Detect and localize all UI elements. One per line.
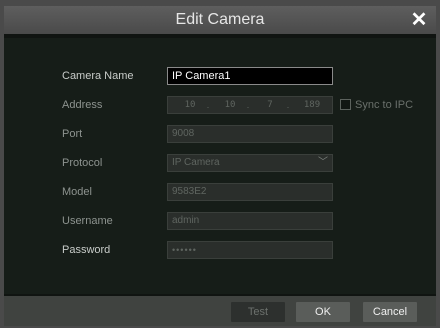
port-label: Port xyxy=(62,128,83,140)
ip-octet-4[interactable]: 189 xyxy=(298,97,326,113)
protocol-label: Protocol xyxy=(62,157,103,169)
edit-camera-dialog: Edit Camera ✕ Camera Name IP Camera1 Add… xyxy=(4,6,436,326)
dialog-footer: Test OK Cancel xyxy=(4,296,436,326)
protocol-value: IP Camera xyxy=(172,157,220,168)
ip-dot: . xyxy=(206,100,210,110)
username-input[interactable]: admin xyxy=(167,212,333,230)
ip-octet-3[interactable]: 7 xyxy=(256,97,284,113)
dialog-title: Edit Camera xyxy=(175,11,265,28)
camera-name-input[interactable]: IP Camera1 xyxy=(167,67,333,85)
ip-octet-1[interactable]: 10 xyxy=(176,97,204,113)
ip-dot: . xyxy=(286,100,290,110)
password-input[interactable]: •••••• xyxy=(167,241,333,259)
close-icon[interactable]: ✕ xyxy=(408,8,430,32)
port-input[interactable]: 9008 xyxy=(167,125,333,143)
username-label: Username xyxy=(62,215,113,227)
model-input[interactable]: 9583E2 xyxy=(167,183,333,201)
password-label: Password xyxy=(62,244,111,256)
sync-to-ipc-checkbox[interactable] xyxy=(340,99,351,110)
protocol-select[interactable]: IP Camera ﹀ xyxy=(167,154,333,172)
ip-dot: . xyxy=(246,100,250,110)
address-label: Address xyxy=(62,99,103,111)
camera-name-label: Camera Name xyxy=(62,70,134,82)
cancel-button[interactable]: Cancel xyxy=(363,302,417,322)
sync-to-ipc-label: Sync to IPC xyxy=(355,99,414,111)
ip-octet-2[interactable]: 10 xyxy=(216,97,244,113)
test-button[interactable]: Test xyxy=(231,302,285,322)
chevron-down-icon: ﹀ xyxy=(318,157,328,168)
address-ip-input[interactable]: 10 . 10 . 7 . 189 xyxy=(167,96,333,114)
ok-button[interactable]: OK xyxy=(296,302,350,322)
model-label: Model xyxy=(62,186,92,198)
title-bar: Edit Camera ✕ xyxy=(4,6,436,34)
